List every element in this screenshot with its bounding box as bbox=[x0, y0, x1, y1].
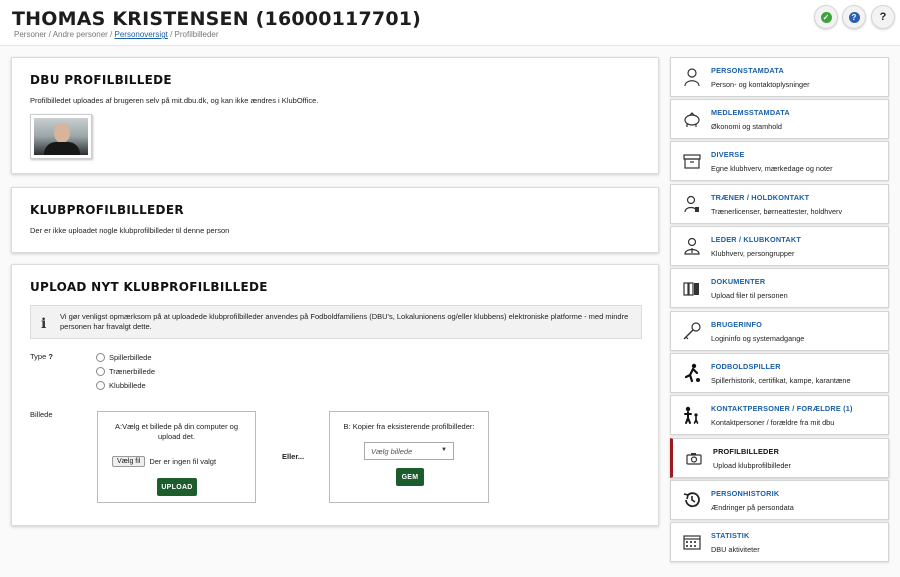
binders-icon bbox=[683, 282, 699, 296]
archive-box-icon bbox=[683, 154, 701, 169]
sidebar-item-sub: Egne klubhverv, mærkedage og noter bbox=[711, 164, 833, 173]
sidebar-item-sub: Økonomi og stamhold bbox=[711, 122, 782, 131]
sidebar-item-title: PERSONHISTORIK bbox=[711, 489, 780, 498]
sidebar-item-title: KONTAKTPERSONER / FORÆLDRE (1) bbox=[711, 404, 853, 413]
box-a-line1: A:Vælg et billede på din computer og bbox=[115, 422, 238, 431]
sidebar-item-dokumenter[interactable]: DOKUMENTER Upload filer til personen bbox=[670, 268, 889, 308]
sidebar-item-sub: Kontaktpersoner / forældre fra mit dbu bbox=[711, 418, 835, 427]
sidebar-item-sub: Spillerhistorik, certifikat, kampe, kara… bbox=[711, 376, 851, 385]
sidebar-item-leder[interactable]: LEDER / KLUBKONTAKT Klubhverv, persongru… bbox=[670, 226, 889, 266]
sidebar-item-sub: Upload klubprofilbilleder bbox=[713, 461, 791, 470]
key-icon bbox=[683, 322, 701, 340]
upload-from-computer-box: A:Vælg et billede på din computer og upl… bbox=[97, 411, 256, 503]
dbu-profile-photo bbox=[30, 114, 92, 159]
sidebar-item-sub: Ændringer på persondata bbox=[711, 503, 794, 512]
page-header: THOMAS KRISTENSEN (16000117701) Personer… bbox=[0, 0, 900, 46]
history-icon bbox=[683, 492, 700, 508]
sidebar-item-medlemsstamdata[interactable]: MEDLEMSSTAMDATA Økonomi og stamhold bbox=[670, 99, 889, 139]
type-label: Type ? bbox=[30, 352, 53, 361]
radio-traenerbillede[interactable]: Trænerbillede bbox=[96, 367, 155, 376]
calendar-icon bbox=[683, 535, 701, 550]
radio-circle-icon[interactable] bbox=[96, 367, 105, 376]
leader-icon bbox=[684, 237, 700, 255]
question-icon: ? bbox=[879, 11, 887, 23]
upload-button[interactable]: UPLOAD bbox=[157, 478, 197, 496]
sidebar-item-personhistorik[interactable]: PERSONHISTORIK Ændringer på persondata bbox=[670, 480, 889, 520]
image-select-value: Vælg billede bbox=[371, 447, 413, 456]
choose-file-button[interactable]: Vælg fil bbox=[112, 456, 146, 467]
type-help-icon[interactable]: ? bbox=[48, 352, 53, 361]
sidebar-item-title: BRUGERINFO bbox=[711, 320, 763, 329]
sidebar-item-sub: Upload filer til personen bbox=[711, 291, 788, 300]
upload-heading: UPLOAD NYT KLUBPROFILBILLEDE bbox=[30, 280, 268, 294]
football-player-icon bbox=[684, 363, 700, 383]
sidebar-item-fodboldspiller[interactable]: FODBOLDSPILLER Spillerhistorik, certifik… bbox=[670, 353, 889, 393]
radio-spillerbillede[interactable]: Spillerbillede bbox=[96, 353, 152, 362]
sidebar-item-title: MEDLEMSSTAMDATA bbox=[711, 108, 790, 117]
sidebar-item-title: LEDER / KLUBKONTAKT bbox=[711, 235, 802, 244]
sidebar-item-brugerinfo[interactable]: BRUGERINFO Logininfo og systemadgange bbox=[670, 311, 889, 351]
dbu-profile-panel: DBU PROFILBILLEDE Profilbilledet uploade… bbox=[11, 57, 659, 174]
billede-label: Billede bbox=[30, 410, 53, 419]
gem-button[interactable]: GEM bbox=[396, 468, 424, 486]
question-button[interactable]: ? bbox=[871, 5, 895, 29]
camera-icon bbox=[686, 453, 702, 465]
copy-existing-box: B: Kopier fra eksisterende profilbillede… bbox=[329, 411, 489, 503]
dropdown-caret-icon: ▼ bbox=[441, 447, 447, 453]
info-text-line1: Vi gør venligst opmærksom på at uploaded… bbox=[60, 312, 629, 321]
dbu-profile-text: Profilbilledet uploades af brugeren selv… bbox=[30, 96, 319, 105]
eller-text: Eller... bbox=[282, 452, 305, 461]
sidebar-item-kontaktpersoner[interactable]: KONTAKTPERSONER / FORÆLDRE (1) Kontaktpe… bbox=[670, 395, 889, 435]
sidebar-item-title: DOKUMENTER bbox=[711, 277, 766, 286]
sidebar-item-title: STATISTIK bbox=[711, 531, 750, 540]
box-b-title: B: Kopier fra eksisterende profilbillede… bbox=[343, 422, 475, 431]
sidebar-item-diverse[interactable]: DIVERSE Egne klubhverv, mærkedage og not… bbox=[670, 141, 889, 181]
box-a-line2: upload det. bbox=[157, 432, 196, 441]
sidebar-item-traener[interactable]: TRÆNER / HOLDKONTAKT Trænerlicenser, bør… bbox=[670, 184, 889, 224]
green-circle-icon: ✓ bbox=[820, 11, 832, 23]
file-input[interactable]: Vælg fil Der er ingen fil valgt bbox=[112, 456, 216, 467]
sidebar-item-title: FODBOLDSPILLER bbox=[711, 362, 781, 371]
person-icon bbox=[684, 68, 700, 87]
help-circle-icon: ? bbox=[848, 11, 860, 23]
sidebar-item-title: TRÆNER / HOLDKONTAKT bbox=[711, 193, 810, 202]
coach-icon bbox=[684, 195, 699, 213]
info-notice: i Vi gør venligst opmærksom på at upload… bbox=[30, 305, 642, 339]
breadcrumb-path: Personer / Andre personer / bbox=[14, 30, 115, 39]
sidebar-item-title: DIVERSE bbox=[711, 150, 745, 159]
sidebar-item-statistik[interactable]: STATISTIK DBU aktiviteter bbox=[670, 522, 889, 562]
info-icon: i bbox=[41, 316, 47, 332]
sidebar-item-sub: Person- og kontaktoplysninger bbox=[711, 80, 810, 89]
radio-circle-icon[interactable] bbox=[96, 353, 105, 362]
dbu-profile-heading: DBU PROFILBILLEDE bbox=[30, 73, 172, 87]
parent-child-icon bbox=[684, 406, 699, 424]
club-profile-panel: KLUBPROFILBILLEDER Der er ikke uploadet … bbox=[11, 187, 659, 253]
page-title: THOMAS KRISTENSEN (16000117701) bbox=[12, 8, 422, 30]
breadcrumb: Personer / Andre personer / Personoversi… bbox=[14, 30, 219, 39]
green-action-button[interactable]: ✓ bbox=[814, 5, 838, 29]
file-status: Der er ingen fil valgt bbox=[149, 457, 217, 466]
radio-klubbillede[interactable]: Klubbillede bbox=[96, 381, 146, 390]
breadcrumb-current: / Profilbilleder bbox=[167, 30, 219, 39]
sidebar-item-title: PERSONSTAMDATA bbox=[711, 66, 784, 75]
club-profile-heading: KLUBPROFILBILLEDER bbox=[30, 203, 184, 217]
image-select[interactable]: Vælg billede ▼ bbox=[364, 442, 454, 460]
radio-circle-icon[interactable] bbox=[96, 381, 105, 390]
sidebar-item-sub: Trænerlicenser, børneattester, holdhverv bbox=[711, 207, 843, 216]
upload-panel: UPLOAD NYT KLUBPROFILBILLEDE i Vi gør ve… bbox=[11, 264, 659, 526]
sidebar-item-sub: Klubhverv, persongrupper bbox=[711, 249, 795, 258]
sidebar-item-title: PROFILBILLEDER bbox=[713, 447, 780, 456]
club-profile-text: Der er ikke uploadet nogle klubprofilbil… bbox=[30, 226, 230, 235]
help-button[interactable]: ? bbox=[842, 5, 866, 29]
sidebar-item-personstamdata[interactable]: PERSONSTAMDATA Person- og kontaktoplysni… bbox=[670, 57, 889, 97]
piggy-bank-icon bbox=[684, 112, 700, 127]
info-text-line2: personen har fravalgt dette. bbox=[60, 322, 152, 331]
sidebar-item-sub: DBU aktiviteter bbox=[711, 545, 760, 554]
sidebar-item-sub: Logininfo og systemadgange bbox=[711, 334, 805, 343]
sidebar-item-profilbilleder[interactable]: PROFILBILLEDER Upload klubprofilbilleder bbox=[670, 438, 889, 478]
breadcrumb-link-personoversigt[interactable]: Personoversigt bbox=[115, 30, 168, 39]
